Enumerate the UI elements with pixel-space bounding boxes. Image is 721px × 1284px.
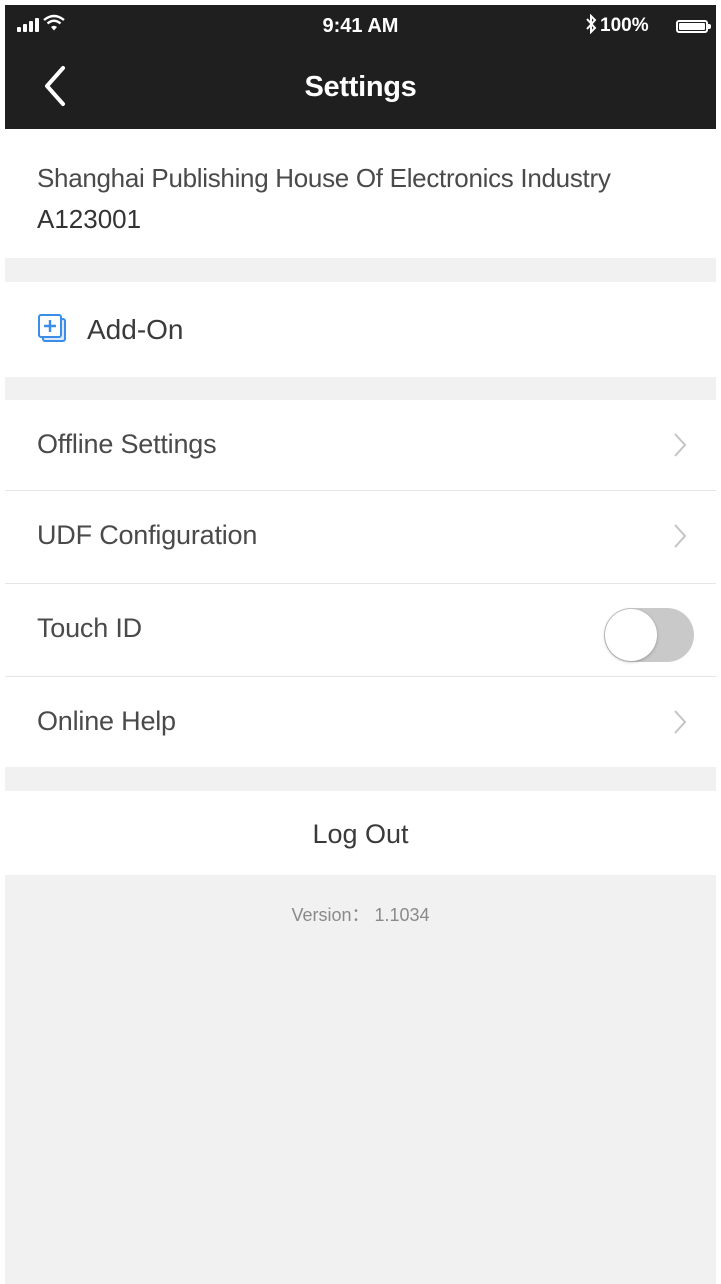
settings-screen: 9:41 AM 100% Settings Shanghai Publishin… (5, 5, 716, 1284)
offline-settings-label: Offline Settings (37, 429, 217, 459)
touch-id-label: Touch ID (37, 613, 142, 643)
battery-percent: 100% (600, 15, 649, 36)
addon-label: Add-On (87, 314, 184, 345)
nav-bar: Settings (5, 45, 716, 129)
touch-id-toggle[interactable] (604, 608, 694, 662)
account-id: A123001 (37, 204, 142, 234)
toggle-knob (605, 609, 657, 661)
online-help-label: Online Help (37, 706, 176, 736)
touch-id-row: Touch ID (5, 584, 716, 677)
online-help-row[interactable]: Online Help (5, 677, 716, 767)
status-bar: 9:41 AM 100% (5, 5, 716, 45)
chevron-right-icon (674, 433, 687, 457)
chevron-right-icon (674, 710, 687, 734)
header: 9:41 AM 100% Settings (5, 5, 716, 129)
account-info: Shanghai Publishing House Of Electronics… (5, 129, 716, 258)
udf-configuration-label: UDF Configuration (37, 520, 258, 550)
udf-configuration-row[interactable]: UDF Configuration (5, 491, 716, 584)
bluetooth-icon (586, 14, 597, 34)
chevron-right-icon (674, 524, 687, 548)
page-title: Settings (304, 71, 417, 103)
add-square-icon (38, 314, 66, 342)
company-name: Shanghai Publishing House Of Electronics… (37, 163, 611, 193)
version-label: Version： 1.1034 (291, 905, 430, 925)
offline-settings-row[interactable]: Offline Settings (5, 400, 716, 493)
logout-label: Log Out (312, 819, 409, 849)
battery-icon (676, 20, 711, 33)
logout-button[interactable]: Log Out (5, 791, 716, 875)
addon-row[interactable]: Add-On (5, 282, 716, 377)
